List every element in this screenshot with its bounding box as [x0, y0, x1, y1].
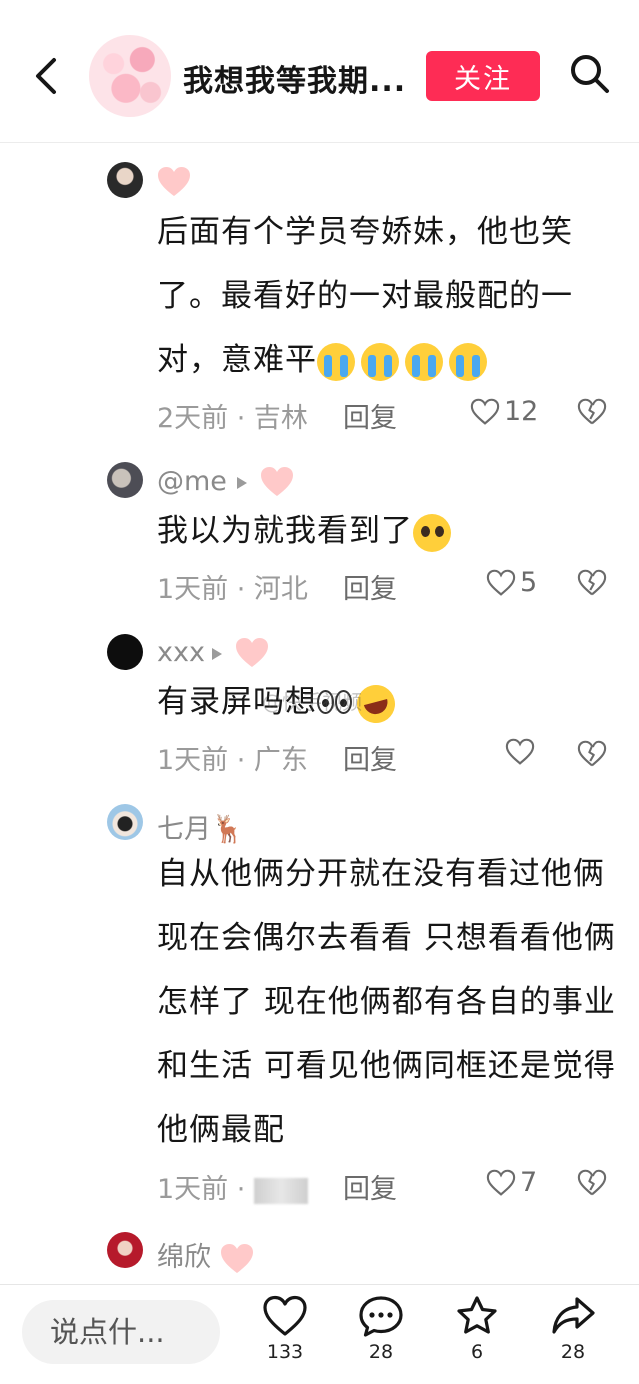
- rolling-laughing-face-icon: [352, 680, 400, 727]
- commenter-name[interactable]: 七月🦌: [157, 807, 245, 846]
- broken-heart-icon[interactable]: [577, 569, 607, 599]
- favorite-button[interactable]: 6: [447, 1295, 507, 1375]
- heart-icon: [263, 1295, 307, 1336]
- reply-arrow-icon: [212, 648, 222, 660]
- comment-text: 后面有个学员夸娇妹，他也笑了。最看好的一对最般配的一对，意难平: [157, 200, 617, 392]
- reply-button[interactable]: 回复: [343, 567, 397, 606]
- reply-button[interactable]: 回复: [343, 396, 397, 435]
- heart-outline-icon: [486, 1169, 516, 1196]
- pleading-face-icon: [413, 513, 451, 552]
- comment-time-location: 1天前 · 广东: [157, 745, 308, 776]
- bottom-action-bar: 133 28 6 28: [0, 1284, 639, 1384]
- broken-heart-icon[interactable]: [577, 398, 607, 428]
- comment-like-button[interactable]: [505, 738, 539, 766]
- liked-by-author-heart-icon: [235, 637, 269, 669]
- commenter-name[interactable]: xxx: [157, 637, 205, 668]
- chevron-left-icon[interactable]: [28, 52, 68, 100]
- loudly-crying-face-icon: [317, 342, 493, 381]
- follow-button[interactable]: 关注: [426, 51, 540, 101]
- like-count: 7: [520, 1167, 538, 1198]
- reply-button[interactable]: 回复: [343, 738, 397, 777]
- heart-outline-icon: [505, 738, 535, 765]
- comment-button[interactable]: 28: [351, 1295, 411, 1375]
- star-icon: [457, 1296, 497, 1334]
- page-title: 我想我等我期...: [183, 64, 407, 99]
- like-count: 12: [504, 396, 539, 427]
- commenter-name[interactable]: 绵欣: [157, 1235, 254, 1275]
- search-icon[interactable]: [568, 52, 612, 96]
- share-button[interactable]: 28: [543, 1295, 603, 1375]
- commenter-avatar[interactable]: [107, 162, 143, 198]
- comment-like-button[interactable]: 12: [470, 396, 538, 427]
- comment-text: 自从他俩分开就在没有看过他俩 现在会偶尔去看看 只想看看他俩怎样了 现在他俩都有…: [157, 856, 616, 1148]
- eyes-icon: [317, 672, 353, 736]
- share-arrow-icon: [552, 1297, 595, 1334]
- favorite-count: 6: [470, 1341, 484, 1363]
- reply-arrow-icon: [237, 477, 247, 489]
- comment-time-location: 1天前 ·: [157, 1167, 308, 1206]
- author-avatar[interactable]: [89, 35, 171, 117]
- like-count: 5: [520, 567, 538, 598]
- comment-time-location: 1天前 · 河北: [157, 574, 308, 605]
- top-bar: 我想我等我期... 关注: [0, 0, 639, 143]
- like-count: 133: [266, 1341, 304, 1363]
- share-count: 28: [560, 1341, 586, 1363]
- commenter-name[interactable]: @me: [157, 466, 227, 497]
- commenter-avatar[interactable]: [107, 804, 143, 840]
- reply-button[interactable]: 回复: [343, 1167, 397, 1206]
- comment-count: 28: [368, 1341, 394, 1363]
- comment-bubble-icon: [359, 1296, 403, 1337]
- blurred-location: [253, 1177, 308, 1204]
- commenter-avatar[interactable]: [107, 462, 143, 498]
- heart-outline-icon: [486, 569, 516, 596]
- comment-text: 我以为就我看到了: [157, 499, 617, 563]
- broken-heart-icon[interactable]: [577, 1169, 607, 1199]
- liked-by-author-heart-icon: [260, 466, 294, 498]
- heart-outline-icon: [470, 398, 500, 425]
- comment-text: 有录屏吗想: [157, 670, 617, 736]
- comment-time-location: 2天前 · 吉林: [157, 403, 308, 434]
- like-button[interactable]: 133: [255, 1295, 315, 1375]
- commenter-avatar[interactable]: [107, 634, 143, 670]
- broken-heart-icon[interactable]: [577, 740, 607, 770]
- comment-like-button[interactable]: 7: [486, 1167, 537, 1198]
- liked-by-author-heart-icon: [157, 166, 191, 198]
- comment-input[interactable]: [22, 1300, 220, 1364]
- commenter-avatar[interactable]: [107, 1232, 143, 1268]
- comment-like-button[interactable]: 5: [486, 567, 537, 598]
- heart-icon: [220, 1243, 253, 1273]
